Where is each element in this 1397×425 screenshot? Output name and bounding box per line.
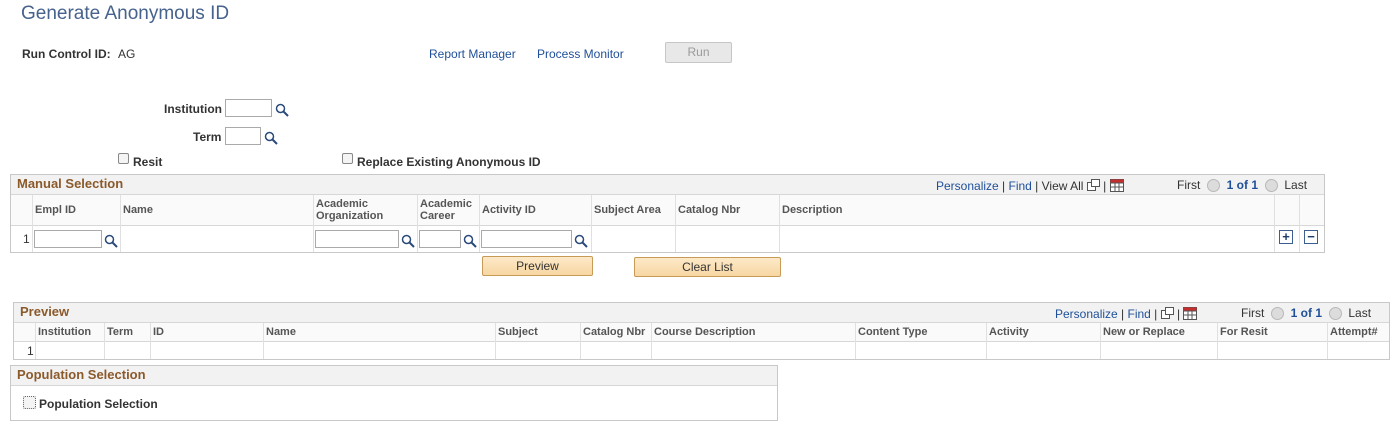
academic-organization-input[interactable] <box>315 230 399 248</box>
preview-column-header: Institution Term ID Name Subject Catalog… <box>14 323 1389 342</box>
resit-label: Resit <box>133 155 163 169</box>
preview-title: Preview <box>20 304 70 319</box>
preview-header: Preview Personalize | Find | | First 1 o… <box>14 303 1389 323</box>
col-empl-id: Empl ID <box>35 204 76 216</box>
run-button[interactable]: Run <box>665 42 732 63</box>
term-input[interactable] <box>225 127 261 145</box>
first-link[interactable]: First <box>1241 306 1264 320</box>
col-subject: Subject <box>498 326 538 338</box>
col-academic-career: Academic Career <box>420 198 472 222</box>
manual-selection-title: Manual Selection <box>17 176 124 191</box>
clear-list-button[interactable]: Clear List <box>634 257 781 277</box>
institution-input[interactable] <box>225 99 272 117</box>
academic-career-input[interactable] <box>419 230 461 248</box>
term-label: Term <box>193 130 222 144</box>
row-count: 1 of 1 <box>1290 306 1323 320</box>
last-link[interactable]: Last <box>1284 178 1307 192</box>
process-monitor-link[interactable]: Process Monitor <box>537 47 624 61</box>
row-number: 1 <box>23 232 30 246</box>
col-new-or-replace: New or Replace <box>1103 326 1185 338</box>
search-icon[interactable] <box>264 131 278 145</box>
col-term: Term <box>107 326 134 338</box>
col-institution: Institution <box>38 326 92 338</box>
replace-existing-checkbox[interactable] <box>342 153 353 164</box>
col-for-resit: For Resit <box>1220 326 1268 338</box>
page-title: Generate Anonymous ID <box>21 3 230 24</box>
manual-selection-grid: Manual Selection Personalize | Find | Vi… <box>10 174 1325 253</box>
new-window-icon[interactable] <box>1160 307 1174 319</box>
population-selection-label: Population Selection <box>39 397 158 411</box>
col-description: Description <box>782 204 843 216</box>
search-icon[interactable] <box>401 234 415 248</box>
new-window-icon[interactable] <box>1086 179 1100 191</box>
row-count: 1 of 1 <box>1226 178 1259 192</box>
arrow-left-icon[interactable] <box>1207 179 1220 193</box>
col-attempt: Attempt# <box>1330 326 1378 338</box>
arrow-right-icon[interactable] <box>1328 307 1342 321</box>
population-selection-header: Population Selection <box>11 366 777 386</box>
population-selection-section: Population Selection Population Selectio… <box>10 365 778 421</box>
col-subject-area: Subject Area <box>594 204 661 216</box>
arrow-left-icon[interactable] <box>1271 307 1284 321</box>
last-link[interactable]: Last <box>1348 306 1371 320</box>
activity-id-input[interactable] <box>481 230 572 248</box>
find-link[interactable]: Find <box>1128 307 1151 321</box>
population-selection-title: Population Selection <box>17 367 146 382</box>
view-all-link[interactable]: View All <box>1042 179 1084 193</box>
report-manager-link[interactable]: Report Manager <box>429 47 516 61</box>
institution-label: Institution <box>164 102 222 116</box>
col-content-type: Content Type <box>858 326 928 338</box>
search-icon[interactable] <box>463 234 477 248</box>
first-link[interactable]: First <box>1177 178 1200 192</box>
download-grid-icon[interactable] <box>1183 306 1198 320</box>
search-icon[interactable] <box>275 103 289 117</box>
plus-icon[interactable]: + <box>1279 230 1293 244</box>
preview-button[interactable]: Preview <box>482 256 593 276</box>
col-catalog-nbr: Catalog Nbr <box>583 326 646 338</box>
minus-icon[interactable]: − <box>1304 230 1318 244</box>
download-grid-icon[interactable] <box>1109 178 1125 192</box>
col-catalog-nbr: Catalog Nbr <box>678 204 741 216</box>
run-control-value: AG <box>118 47 136 61</box>
row-number: 1 <box>27 344 34 358</box>
col-academic-organization: Academic Organization <box>316 198 384 222</box>
col-activity-id: Activity ID <box>482 204 536 216</box>
arrow-right-icon[interactable] <box>1264 179 1278 193</box>
personalize-link[interactable]: Personalize <box>936 179 999 193</box>
col-name: Name <box>123 204 153 216</box>
col-name: Name <box>266 326 296 338</box>
find-link[interactable]: Find <box>1009 179 1032 193</box>
run-control-label: Run Control ID: <box>22 47 111 61</box>
resit-checkbox[interactable] <box>118 153 129 164</box>
search-icon[interactable] <box>574 234 588 248</box>
col-course-description: Course Description <box>654 326 756 338</box>
manual-selection-column-header: Empl ID Name Academic Organization Acade… <box>11 195 1324 226</box>
preview-grid: Preview Personalize | Find | | First 1 o… <box>13 302 1390 360</box>
replace-existing-label: Replace Existing Anonymous ID <box>357 155 541 169</box>
empl-id-input[interactable] <box>34 230 102 248</box>
col-activity: Activity <box>989 326 1029 338</box>
population-selection-checkbox[interactable] <box>23 396 36 409</box>
search-icon[interactable] <box>104 234 118 248</box>
col-id: ID <box>153 326 164 338</box>
personalize-link[interactable]: Personalize <box>1055 307 1118 321</box>
manual-selection-header: Manual Selection Personalize | Find | Vi… <box>11 175 1324 195</box>
